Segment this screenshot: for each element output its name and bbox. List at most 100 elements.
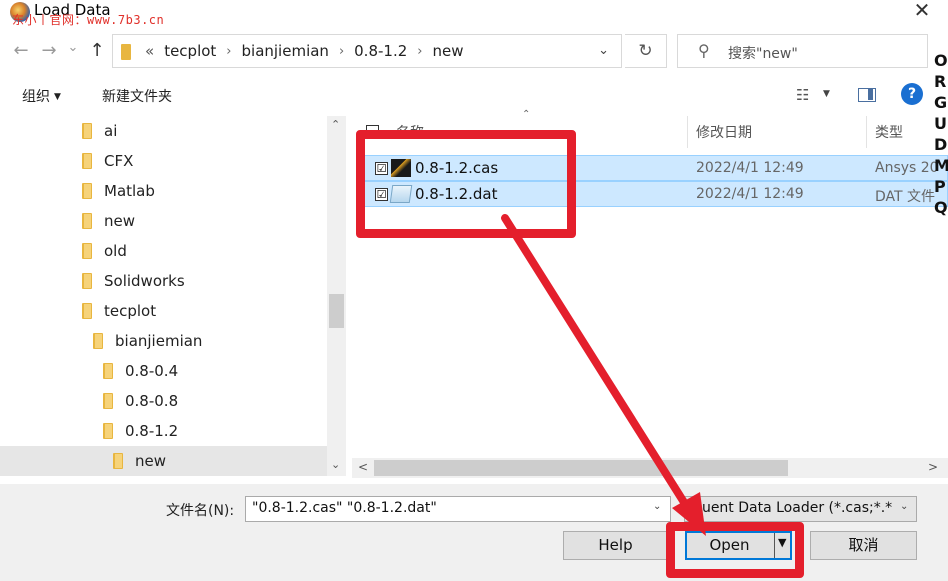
tree-item[interactable]: bianjiemian — [0, 326, 327, 356]
select-all-checkbox[interactable] — [366, 125, 379, 138]
breadcrumb-overflow[interactable]: « — [145, 42, 154, 60]
breadcrumb-item-tecplot[interactable]: tecplot — [164, 42, 216, 60]
new-folder-button[interactable]: 新建文件夹 — [102, 86, 172, 106]
caret-down-icon[interactable]: ▼ — [823, 89, 830, 99]
tree-item[interactable]: tecplot — [0, 296, 327, 326]
up-arrow-icon[interactable]: ↑ — [86, 40, 108, 61]
chevron-right-icon[interactable]: › — [226, 44, 231, 59]
back-arrow-icon[interactable]: ← — [10, 40, 32, 61]
refresh-icon[interactable]: ↻ — [625, 34, 667, 68]
tree-item-label: ai — [104, 122, 118, 140]
bg-letter: D — [934, 135, 948, 154]
chevron-down-icon[interactable]: ⌄ — [598, 43, 609, 58]
close-icon[interactable]: ✕ — [912, 0, 932, 22]
tree-item[interactable]: new — [0, 206, 327, 236]
bg-letter: O — [934, 51, 948, 70]
tree-item-selected[interactable]: new — [0, 446, 327, 476]
scroll-thumb[interactable] — [374, 460, 788, 476]
preview-pane-icon[interactable] — [858, 88, 876, 102]
file-name: 0.8-1.2.dat — [415, 185, 498, 203]
folder-icon — [103, 363, 113, 379]
chevron-right-icon[interactable]: › — [339, 44, 344, 59]
tree-item-label: new — [135, 452, 167, 470]
file-type-select[interactable]: Fluent Data Loader (*.cas;*.* — [684, 496, 917, 522]
column-header-date[interactable]: 修改日期 — [696, 122, 752, 154]
background-window-text: O R G U D M P Q — [934, 50, 948, 218]
chevron-down-icon[interactable]: ⌄ — [653, 501, 661, 512]
scroll-down-icon[interactable]: ⌄ — [331, 458, 340, 471]
bg-letter: U — [934, 114, 947, 133]
tree-scrollbar[interactable]: ⌃ ⌄ — [327, 116, 346, 476]
navigation-bar: ← → ⌄ ↑ « tecplot › bianjiemian › 0.8-1.… — [0, 32, 948, 72]
tree-item-label: Matlab — [104, 182, 155, 200]
folder-icon — [82, 243, 92, 259]
scroll-right-icon[interactable]: > — [928, 460, 938, 474]
chevron-right-icon[interactable]: › — [417, 44, 422, 59]
horizontal-scrollbar[interactable]: < > — [352, 458, 948, 478]
breadcrumb-item-new[interactable]: new — [432, 42, 463, 60]
search-placeholder: 搜索"new" — [728, 46, 798, 62]
help-icon[interactable]: ? — [901, 83, 923, 105]
organize-button[interactable]: 组织 ▼ — [22, 86, 61, 106]
folder-tree: ai CFX Matlab new old Solidworks tecplot… — [0, 116, 327, 476]
folder-icon — [82, 303, 92, 319]
breadcrumb-item-bianjiemian[interactable]: bianjiemian — [242, 42, 329, 60]
tree-item-label: bianjiemian — [115, 332, 203, 350]
column-divider[interactable] — [866, 116, 867, 148]
column-header-name[interactable]: 名称 — [396, 122, 424, 154]
open-button[interactable]: Open — [685, 531, 792, 560]
folder-icon — [82, 153, 92, 169]
history-dropdown-icon[interactable]: ⌄ — [62, 40, 84, 55]
tree-item[interactable]: Matlab — [0, 176, 327, 206]
tree-item[interactable]: CFX — [0, 146, 327, 176]
scroll-thumb[interactable] — [329, 294, 344, 328]
address-bar[interactable]: « tecplot › bianjiemian › 0.8-1.2 › new … — [112, 34, 622, 68]
cancel-button[interactable]: 取消 — [810, 531, 917, 560]
file-list: 名称 ⌃ 修改日期 类型 ☑ 0.8-1.2.cas 2022/4/1 12:4… — [352, 109, 948, 480]
view-options-icon[interactable]: ☷ — [796, 86, 809, 104]
column-header-type[interactable]: 类型 — [875, 122, 903, 154]
search-icon: ⚲ — [698, 41, 710, 60]
tree-item-label: 0.8-0.8 — [125, 392, 179, 410]
chevron-down-icon[interactable]: ⌄ — [900, 501, 908, 512]
row-checkbox[interactable]: ☑ — [375, 188, 388, 201]
tree-item-label: CFX — [104, 152, 134, 170]
file-row[interactable]: ☑ 0.8-1.2.cas 2022/4/1 12:49 Ansys 20 — [364, 155, 948, 181]
caret-down-icon: ▼ — [54, 92, 61, 102]
filename-input[interactable]: "0.8-1.2.cas" "0.8-1.2.dat" — [245, 496, 671, 522]
tree-item-label: 0.8-1.2 — [125, 422, 179, 440]
folder-icon — [82, 183, 92, 199]
sort-ascending-icon: ⌃ — [522, 109, 531, 120]
file-type: DAT 文件 — [875, 189, 936, 205]
folder-icon — [93, 333, 103, 349]
open-dropdown-icon[interactable]: ▼ — [778, 536, 786, 549]
scroll-left-icon[interactable]: < — [358, 460, 368, 474]
file-row[interactable]: ☑ 0.8-1.2.dat 2022/4/1 12:49 DAT 文件 — [364, 181, 948, 207]
folder-icon — [82, 213, 92, 229]
tree-item[interactable]: ai — [0, 116, 327, 146]
folder-icon — [113, 453, 123, 469]
folder-icon — [82, 273, 92, 289]
file-type: Ansys 20 — [875, 160, 939, 176]
tree-item[interactable]: old — [0, 236, 327, 266]
tree-item[interactable]: 0.8-1.2 — [0, 416, 327, 446]
tree-item[interactable]: Solidworks — [0, 266, 327, 296]
title-bar: Load Data 东小丨官网：www.7b3.cn ✕ — [0, 0, 948, 30]
column-divider[interactable] — [687, 116, 688, 148]
folder-icon — [82, 123, 92, 139]
tree-item[interactable]: 0.8-0.4 — [0, 356, 327, 386]
tree-item[interactable]: 0.8-0.8 — [0, 386, 327, 416]
folder-icon — [103, 393, 113, 409]
command-toolbar: 组织 ▼ 新建文件夹 ☷ ▼ ? — [0, 80, 948, 112]
row-checkbox[interactable]: ☑ — [375, 162, 388, 175]
tree-item-label: old — [104, 242, 127, 260]
breadcrumb-item-0.8-1.2[interactable]: 0.8-1.2 — [354, 42, 407, 60]
help-button[interactable]: Help — [563, 531, 668, 560]
forward-arrow-icon[interactable]: → — [38, 40, 60, 61]
watermark: 东小丨官网：www.7b3.cn — [12, 13, 165, 27]
file-date: 2022/4/1 12:49 — [696, 186, 804, 202]
file-name: 0.8-1.2.cas — [415, 159, 499, 177]
open-split-divider — [774, 533, 775, 558]
search-input[interactable]: ⚲ 搜索"new" — [677, 34, 928, 68]
scroll-up-icon[interactable]: ⌃ — [331, 118, 340, 131]
